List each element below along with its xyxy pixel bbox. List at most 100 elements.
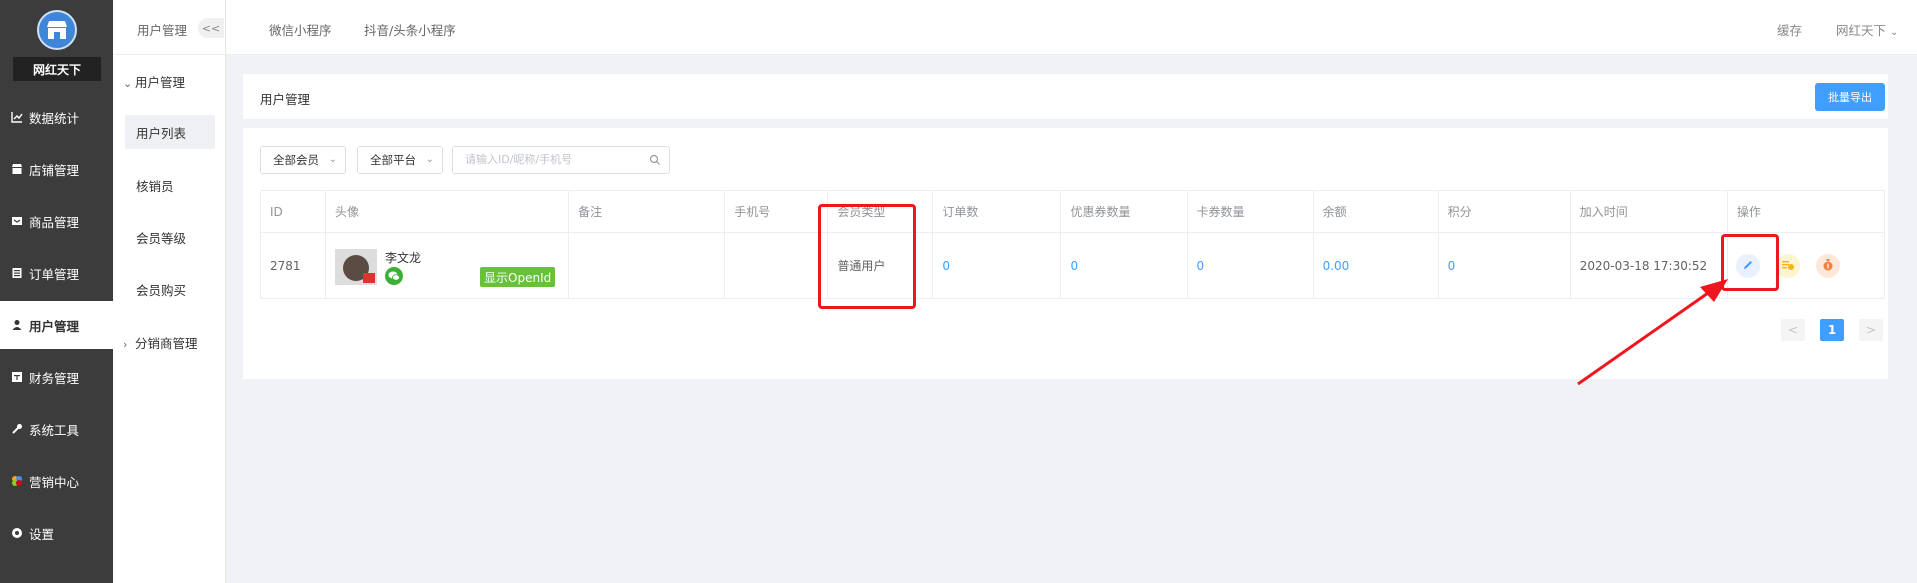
subnav-group-label: 用户管理 [135,75,186,90]
points-button[interactable] [1775,254,1800,278]
main-sidebar: 网红天下 数据统计 店铺管理 商品管理 订单管理 用户管理 财务管理 系统工具 … [0,0,113,583]
subnav-item-verifier[interactable]: 核销员 [125,168,215,202]
sidebar-item-finance[interactable]: 财务管理 [0,353,113,401]
sidebar-item-label: 订单管理 [29,266,80,282]
cell-phone [724,232,829,299]
column-header: 加入时间 [1569,190,1728,233]
subnav-item-member-purchase[interactable]: 会员购买 [125,272,215,306]
sidebar-item-stats[interactable]: 数据统计 [0,93,113,141]
column-header: 积分 [1437,190,1571,233]
subnav-group-distributors[interactable]: › 分销商管理 [123,333,198,352]
sidebar-item-marketing[interactable]: 营销中心 [0,457,113,505]
platform-filter-value: 全部平台 [370,153,416,167]
sidebar-item-label: 系统工具 [29,422,80,438]
page-title: 用户管理 [260,92,311,107]
table-row: 2781 李文龙 显示OpenId 普通用户 0 0 0 0.00 0 2020… [259,232,1886,299]
cache-link[interactable]: 缓存 [1777,20,1802,39]
subnav-item-member-level[interactable]: 会员等级 [125,220,215,254]
collapse-button[interactable]: << [198,18,224,38]
tab-douyin-miniprogram[interactable]: 抖音/头条小程序 [364,20,456,39]
page-header-card: 用户管理 批量导出 [243,74,1888,119]
user-table: ID 头像 备注 手机号 会员类型 订单数 优惠券数量 卡券数量 余额 积分 加… [259,190,1886,299]
coin-list-icon [1781,259,1795,274]
avatar [335,249,378,285]
column-header: 卡券数量 [1186,190,1314,233]
chevron-down-icon: ⌄ [328,154,337,165]
page-number-current[interactable]: 1 [1820,319,1844,341]
sidebar-item-settings[interactable]: 设置 [0,509,113,557]
cell-orders[interactable]: 0 [932,232,1062,299]
member-filter-select[interactable]: 全部会员 ⌄ [260,146,346,174]
product-icon [10,214,24,228]
user-nickname: 李文龙 [385,251,422,265]
user-icon [10,318,24,332]
search-box [452,146,670,174]
cell-coupons[interactable]: 0 [1060,232,1188,299]
member-filter-value: 全部会员 [273,153,319,167]
sidebar-item-store[interactable]: 店铺管理 [0,145,113,193]
search-icon[interactable] [649,154,661,170]
sidebar-item-products[interactable]: 商品管理 [0,197,113,245]
sidebar-item-label: 财务管理 [29,370,80,386]
search-input[interactable] [465,153,645,166]
sidebar-item-label: 数据统计 [29,110,80,126]
wechat-icon [385,267,404,285]
sidebar-item-tools[interactable]: 系统工具 [0,405,113,453]
chevron-right-icon: › [123,338,128,351]
subnav-group-label: 分销商管理 [135,336,198,351]
order-icon [10,266,24,280]
cell-id: 2781 [259,232,327,299]
column-header: 备注 [568,190,726,233]
platform-filter-select[interactable]: 全部平台 ⌄ [357,146,443,174]
cell-member-type: 普通用户 [827,232,934,299]
sub-sidebar-header: 用户管理 << [113,0,226,55]
cell-cards[interactable]: 0 [1186,232,1314,299]
user-menu-label: 网红天下 [1836,23,1887,38]
chevron-down-icon: ⌄ [1890,27,1899,38]
balance-button[interactable] [1815,254,1840,278]
batch-export-button[interactable]: 批量导出 [1815,83,1885,111]
cell-avatar: 李文龙 显示OpenId [325,232,570,299]
store-icon [10,162,24,176]
sidebar-item-label: 店铺管理 [29,162,80,178]
show-openid-button[interactable]: 显示OpenId [480,267,556,287]
brand-name: 网红天下 [13,57,101,81]
tab-wechat-miniprogram[interactable]: 微信小程序 [269,20,332,39]
sub-sidebar: 用户管理 << ⌄ 用户管理 用户列表 核销员 会员等级 会员购买 › 分销商管理 [113,0,226,583]
money-bag-icon [1822,258,1834,274]
user-list-card: 全部会员 ⌄ 全部平台 ⌄ ID 头像 备注 手机号 会员类型 订单数 优惠券数… [243,128,1888,379]
sidebar-item-label: 设置 [29,526,55,542]
sidebar-item-orders[interactable]: 订单管理 [0,249,113,297]
cell-remark [568,232,726,299]
cell-actions [1726,232,1886,299]
chevron-down-icon: ⌄ [425,154,434,165]
top-bar: 微信小程序 抖音/头条小程序 缓存 网红天下 ⌄ [226,0,1917,55]
column-header: 头像 [325,190,570,233]
column-header: 会员类型 [827,190,934,233]
column-header: 余额 [1312,190,1439,233]
finance-icon [10,370,24,384]
pencil-icon [1742,259,1754,274]
column-header: ID [259,190,327,233]
subnav-group-users[interactable]: ⌄ 用户管理 [123,72,185,91]
column-header: 优惠券数量 [1060,190,1188,233]
cell-join-time: 2020-03-18 17:30:52 [1569,232,1728,299]
prev-page-button[interactable]: < [1781,319,1805,341]
wrench-icon [10,422,24,436]
sub-sidebar-title: 用户管理 [137,23,188,38]
column-header: 订单数 [932,190,1062,233]
sidebar-item-label: 用户管理 [29,318,80,334]
chevron-down-icon: ⌄ [123,77,133,90]
cell-balance[interactable]: 0.00 [1312,232,1439,299]
cell-points[interactable]: 0 [1437,232,1571,299]
sidebar-item-label: 营销中心 [29,474,80,490]
store-logo-icon [37,10,77,50]
sidebar-item-users[interactable]: 用户管理 [0,301,113,349]
subnav-item-user-list[interactable]: 用户列表 [125,115,215,149]
column-header: 操作 [1726,190,1886,233]
sidebar-item-label: 商品管理 [29,214,80,230]
edit-button[interactable] [1735,254,1760,278]
next-page-button[interactable]: > [1859,319,1883,341]
user-menu[interactable]: 网红天下 ⌄ [1836,20,1898,39]
marketing-icon [10,474,24,488]
